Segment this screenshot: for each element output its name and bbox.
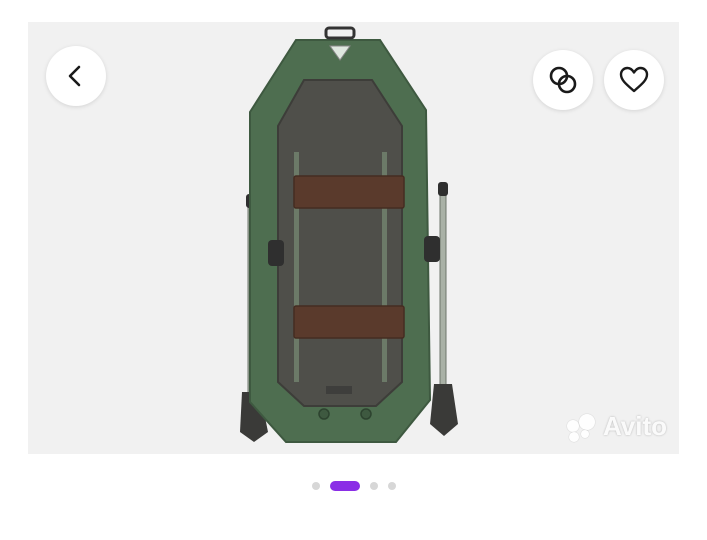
front-seat bbox=[293, 175, 405, 209]
compare-button[interactable] bbox=[533, 50, 593, 110]
left-oarlock bbox=[268, 240, 284, 266]
favorite-button[interactable] bbox=[604, 50, 664, 110]
right-oar bbox=[430, 182, 458, 436]
carousel-dot[interactable] bbox=[311, 482, 320, 490]
compare-icon bbox=[549, 66, 577, 94]
carousel-pagination[interactable] bbox=[0, 480, 707, 492]
back-button[interactable] bbox=[46, 46, 106, 106]
avito-watermark: Avito bbox=[565, 411, 667, 442]
carousel-dot-active[interactable] bbox=[329, 481, 360, 491]
watermark-brand: Avito bbox=[602, 411, 667, 441]
carousel-dot[interactable] bbox=[387, 482, 396, 490]
chevron-left-icon bbox=[68, 65, 81, 87]
carousel-dot[interactable] bbox=[369, 482, 378, 490]
heart-icon bbox=[619, 66, 649, 93]
right-oarlock bbox=[424, 236, 440, 262]
rear-seat bbox=[293, 305, 405, 339]
avito-logo-icon bbox=[565, 412, 599, 442]
